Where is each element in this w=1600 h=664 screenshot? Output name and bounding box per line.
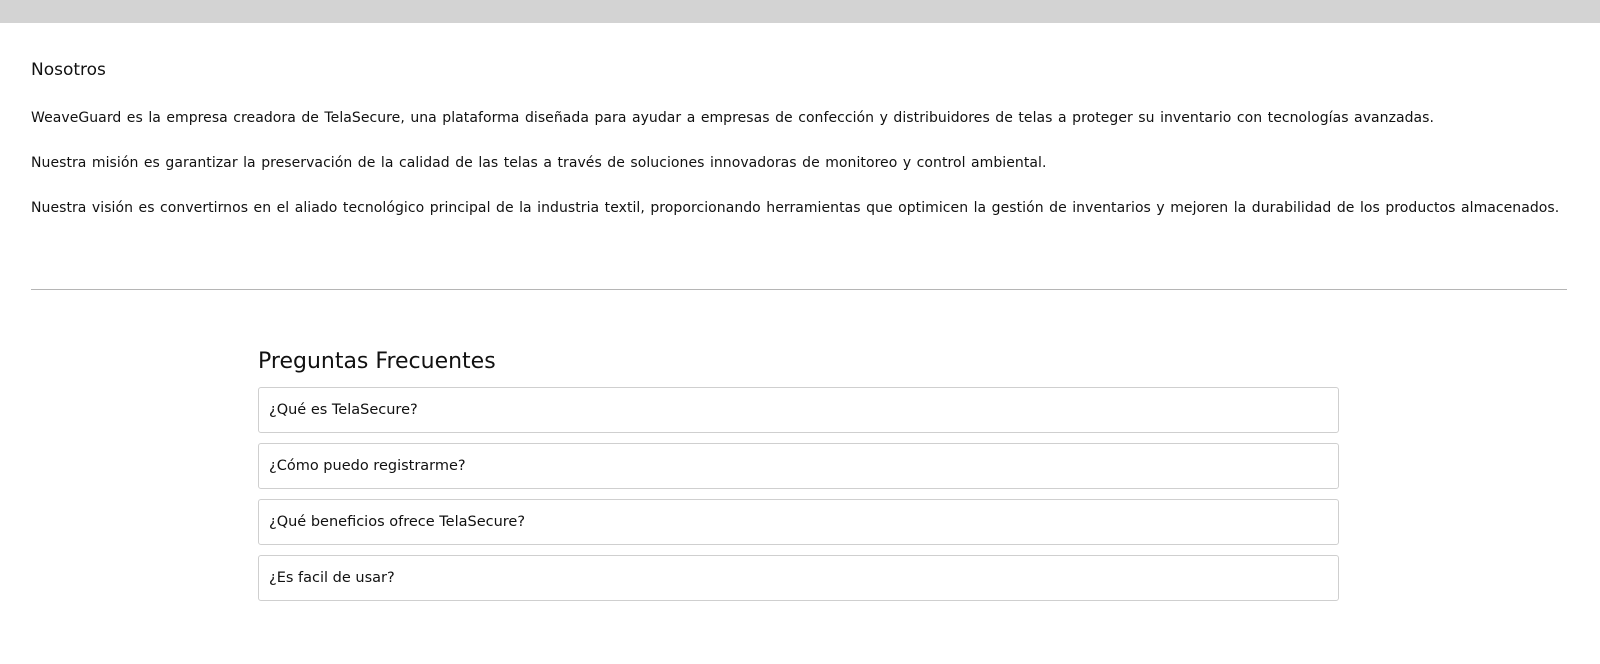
- section-divider: [31, 289, 1567, 290]
- about-paragraph-vision: Nuestra visión es convertirnos en el ali…: [31, 200, 1560, 216]
- faq-title: Preguntas Frecuentes: [258, 349, 496, 374]
- faq-item-easy-to-use[interactable]: ¿Es facil de usar?: [258, 555, 1339, 601]
- about-paragraph-company: WeaveGuard es la empresa creadora de Tel…: [31, 110, 1435, 126]
- faq-section: Preguntas Frecuentes ¿Qué es TelaSecure?…: [258, 348, 1339, 611]
- faq-item-register[interactable]: ¿Cómo puedo registrarme?: [258, 443, 1339, 489]
- about-paragraph-mission: Nuestra misión es garantizar la preserva…: [31, 155, 1047, 171]
- faq-list: ¿Qué es TelaSecure? ¿Cómo puedo registra…: [258, 387, 1339, 601]
- faq-item-what-is[interactable]: ¿Qué es TelaSecure?: [258, 387, 1339, 433]
- top-bar: [0, 0, 1600, 23]
- faq-item-benefits[interactable]: ¿Qué beneficios ofrece TelaSecure?: [258, 499, 1339, 545]
- about-title: Nosotros: [31, 60, 106, 80]
- about-section: Nosotros WeaveGuard es la empresa creado…: [0, 59, 1600, 220]
